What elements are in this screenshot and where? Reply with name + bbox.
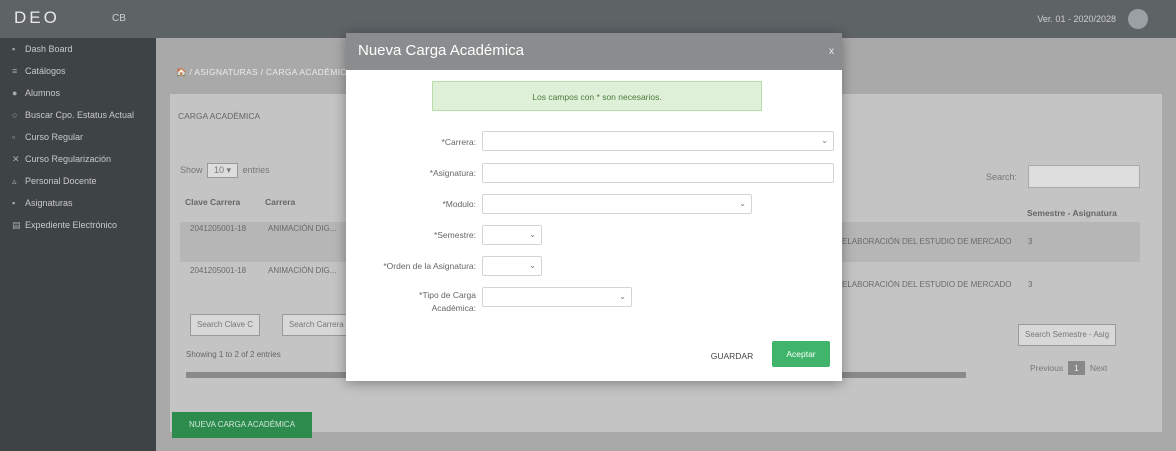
breadcrumb[interactable]: 🏠 / ASIGNATURAS / CARGA ACADÉMICA (176, 67, 353, 78)
search-icon: ○ (12, 110, 18, 120)
person-icon: ▵ (12, 176, 17, 186)
search-input[interactable] (1028, 165, 1140, 188)
table-cell-semestre: 3 (1028, 237, 1033, 246)
table-cell-asignatura: ELABORACIÓN DEL ESTUDIO DE MERCADO (842, 280, 1012, 289)
close-icon[interactable]: x (829, 46, 834, 57)
orden-select[interactable]: ⌄ (482, 256, 542, 276)
page-1-button[interactable]: 1 (1068, 361, 1085, 375)
new-carga-button[interactable]: NUEVA CARGA ACADÉMICA (172, 412, 312, 438)
semestre-label: *Semestre: (433, 230, 476, 240)
previous-button[interactable]: Previous (1030, 363, 1063, 373)
table-cell-asignatura: ELABORACIÓN DEL ESTUDIO DE MERCADO (842, 237, 1012, 246)
modal-title: Nueva Carga Académica (358, 42, 524, 59)
asignatura-label: *Asignatura: (429, 168, 476, 178)
aceptar-button[interactable]: Aceptar (772, 341, 830, 367)
table-cell-clave: 2041205001-18 (190, 266, 247, 275)
sidebar-item-personal-docente[interactable]: ▵ Personal Docente (0, 170, 156, 192)
chevron-down-icon: ⌄ (529, 230, 536, 239)
table-info: Showing 1 to 2 of 2 entries (186, 350, 281, 359)
version-text: Ver. 01 - 2020/2028 (1037, 14, 1116, 24)
column-header-clave[interactable]: Clave Carrera (185, 197, 240, 207)
sidebar-item-expediente[interactable]: ▤ Expediente Electrónico (0, 214, 156, 236)
user-icon: ● (12, 88, 18, 98)
guardar-button[interactable]: GUARDAR (706, 344, 758, 368)
sidebar: ▪ Dash Board ≡ Catálogos ● Alumnos ○ Buscar … (0, 38, 156, 451)
show-label: Show (180, 165, 203, 175)
entries-length: Show 10 ▾ entries (180, 163, 270, 178)
folder-icon: ▤ (12, 220, 21, 230)
pagination: Previous 1 Next (1030, 361, 1107, 375)
asignatura-input[interactable] (482, 163, 834, 183)
search-label: Search: (986, 172, 1018, 182)
modal-header: Nueva Carga Académica x (346, 33, 842, 70)
search-semestre-input[interactable]: Search Semestre - Asig (1018, 324, 1117, 346)
tipo-carga-label: *Tipo de Carga Académica: (352, 290, 476, 313)
app-brand[interactable]: DEO (14, 8, 60, 28)
modulo-label: *Modulo: (442, 199, 476, 209)
sidebar-item-curso-regularizacion[interactable]: ✕ Curso Regularización (0, 148, 156, 170)
sidebar-item-buscar[interactable]: ○ Buscar Cpo. Estatus Actual (0, 104, 156, 126)
chevron-down-icon: ⌄ (739, 199, 746, 208)
book-icon: ▫ (12, 132, 16, 142)
table-cell-clave: 2041205001-18 (190, 224, 247, 233)
tipo-carga-label-line2: Académica: (431, 303, 476, 313)
carrera-select[interactable]: ⌄ (482, 131, 834, 151)
search-carrera-input[interactable]: Search Carrera (282, 314, 351, 336)
entries-label: entries (242, 165, 270, 175)
column-header-carrera[interactable]: Carrera (265, 197, 295, 207)
sidebar-item-dashboard[interactable]: ▪ Dash Board (0, 38, 156, 60)
orden-label: *Orden de la Asignatura: (383, 261, 476, 271)
chevron-down-icon: ⌄ (821, 136, 828, 145)
sidebar-item-label: Asignaturas (25, 198, 73, 208)
modulo-select[interactable]: ⌄ (482, 194, 752, 214)
app-brand-sub: CB (112, 13, 126, 24)
sidebar-item-label: Catálogos (25, 66, 66, 76)
list-icon: ≡ (12, 66, 18, 76)
column-header-semestre[interactable]: Semestre - Asignatura (1027, 208, 1117, 218)
tipo-carga-select[interactable]: ⌄ (482, 287, 632, 307)
sidebar-item-label: Curso Regularización (25, 154, 112, 164)
table-cell-semestre: 3 (1028, 280, 1033, 289)
sidebar-item-label: Expediente Electrónico (25, 220, 118, 230)
search-clave-input[interactable]: Search Clave C (190, 314, 261, 336)
book-icon: ✕ (12, 154, 20, 164)
nueva-carga-modal: Nueva Carga Académica x Los campos con *… (346, 33, 842, 381)
dashboard-icon: ▪ (12, 44, 16, 54)
required-fields-alert: Los campos con * son necesarios. (432, 81, 762, 111)
sidebar-item-curso-regular[interactable]: ▫ Curso Regular (0, 126, 156, 148)
sidebar-item-label: Buscar Cpo. Estatus Actual (25, 110, 135, 120)
sidebar-item-label: Personal Docente (25, 176, 97, 186)
next-button[interactable]: Next (1090, 363, 1107, 373)
sidebar-item-label: Alumnos (25, 88, 61, 98)
sidebar-item-catalogos[interactable]: ≡ Catálogos (0, 60, 156, 82)
chevron-down-icon: ⌄ (529, 261, 536, 270)
sidebar-item-alumnos[interactable]: ● Alumnos (0, 82, 156, 104)
file-icon: ▪ (12, 198, 16, 208)
carrera-label: *Carrera: (441, 137, 476, 147)
table-cell-carrera: ANIMACIÓN DIG... (268, 266, 337, 275)
sidebar-item-label: Curso Regular (25, 132, 84, 142)
avatar[interactable] (1128, 9, 1148, 29)
entries-select-value: 10 (214, 165, 225, 175)
chevron-down-icon: ⌄ (619, 292, 626, 301)
entries-select[interactable]: 10 ▾ (207, 163, 239, 178)
sidebar-item-label: Dash Board (25, 44, 73, 54)
semestre-select[interactable]: ⌄ (482, 225, 542, 245)
sidebar-item-asignaturas[interactable]: ▪ Asignaturas (0, 192, 156, 214)
table-cell-carrera: ANIMACIÓN DIG... (268, 224, 337, 233)
tipo-carga-label-line1: *Tipo de Carga (419, 290, 476, 300)
panel-title: CARGA ACADÉMICA (178, 111, 261, 121)
